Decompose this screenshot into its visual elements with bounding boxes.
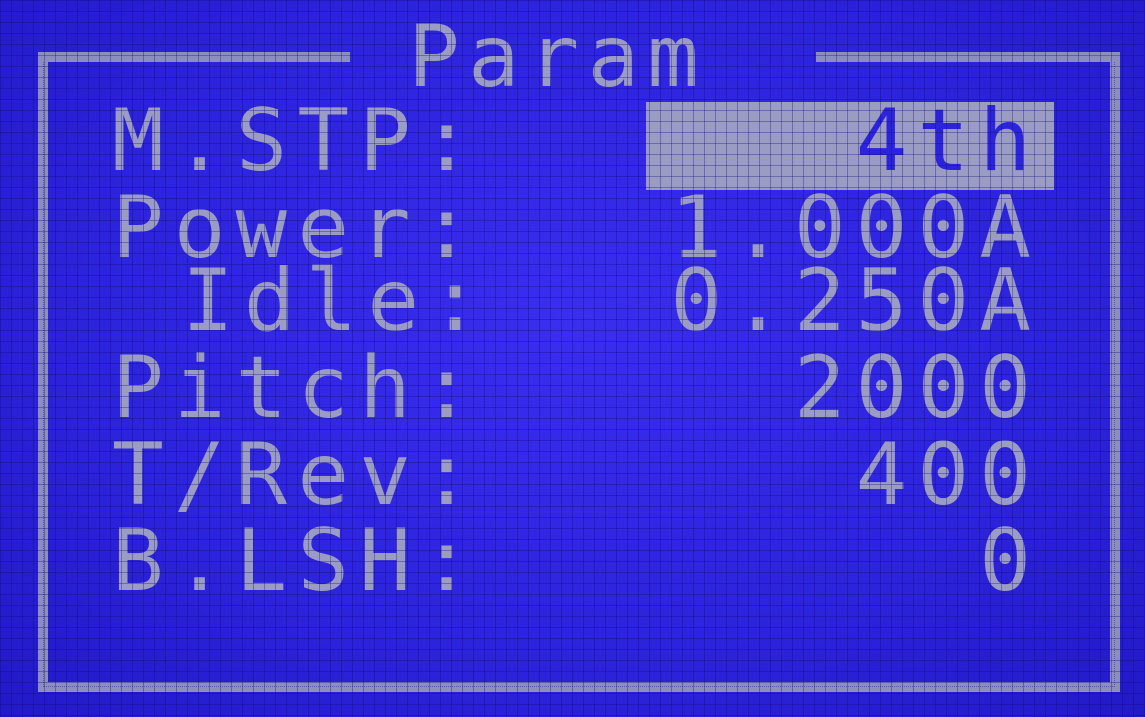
screen-title: Param xyxy=(408,7,707,107)
param-row-pitch[interactable]: Pitch: 2000 xyxy=(0,345,1145,431)
param-value-pitch[interactable]: 2000 xyxy=(794,345,1041,431)
frame-top-left-border xyxy=(38,52,350,62)
param-label-trev: T/Rev: xyxy=(112,425,483,525)
param-value-trev[interactable]: 400 xyxy=(856,432,1041,518)
param-value-mstp[interactable]: 4th xyxy=(856,98,1041,184)
param-row-trev[interactable]: T/Rev: 400 xyxy=(0,432,1145,518)
frame-top-right-border xyxy=(816,52,1120,62)
param-value-idle[interactable]: 0.250A xyxy=(670,258,1041,344)
param-label-mstp: M.STP: xyxy=(112,91,483,191)
param-row-mstp[interactable]: M.STP: 4th xyxy=(0,98,1145,184)
param-label-pitch: Pitch: xyxy=(112,338,483,438)
param-row-idle[interactable]: Idle: 0.250A xyxy=(0,258,1145,344)
param-value-blsh[interactable]: 0 xyxy=(979,518,1041,604)
param-label-blsh: B.LSH: xyxy=(112,511,483,611)
lcd-screen: Param M.STP: 4th Power: 1.000A Idle: 0.2… xyxy=(0,0,1145,717)
param-row-blsh[interactable]: B.LSH: 0 xyxy=(0,518,1145,604)
param-label-idle: Idle: xyxy=(182,251,491,351)
